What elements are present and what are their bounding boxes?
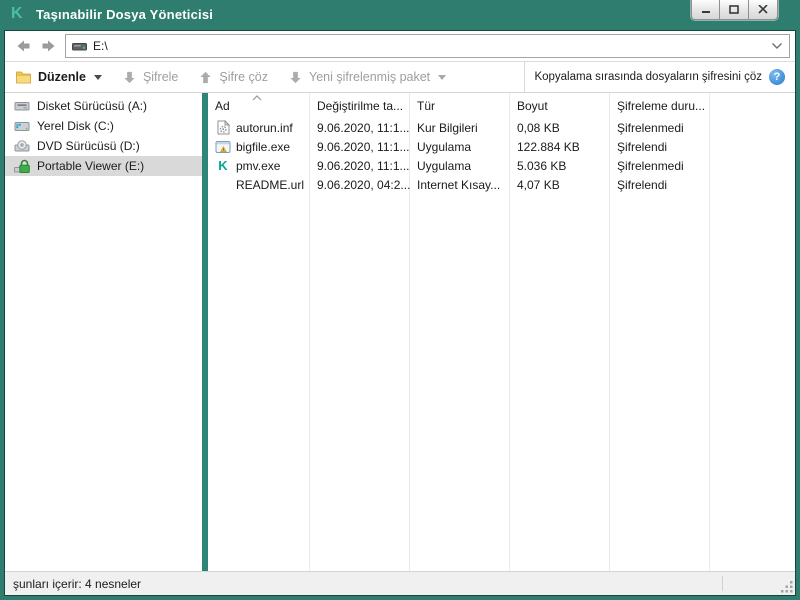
file-modified: 9.06.2020, 11:1... bbox=[317, 139, 410, 154]
kaspersky-app-icon: K bbox=[218, 158, 228, 173]
file-name: bigfile.exe bbox=[236, 139, 291, 154]
new-encrypted-package-button[interactable]: Yeni şifrelenmiş paket bbox=[288, 70, 447, 85]
decrypt-button[interactable]: Şifre çöz bbox=[198, 70, 268, 85]
file-encryption-status: Şifrelenmedi bbox=[617, 158, 684, 173]
file-row-pmv-exe[interactable]: K pmv.exe 9.06.2020, 11:1... Uygulama 5.… bbox=[208, 156, 795, 175]
file-type: Uygulama bbox=[417, 139, 472, 154]
file-encryption-status: Şifrelenmedi bbox=[617, 120, 684, 135]
file-name: README.url bbox=[236, 177, 305, 192]
status-text: şunları içerir: 4 nesneler bbox=[13, 576, 142, 591]
file-type: Kur Bilgileri bbox=[417, 120, 478, 135]
setup-info-icon bbox=[215, 120, 231, 136]
file-size: 5.036 KB bbox=[517, 158, 567, 173]
column-header-name[interactable]: Ad bbox=[208, 93, 310, 118]
titlebar[interactable]: K Taşınabilir Dosya Yöneticisi bbox=[0, 0, 800, 30]
drive-label: Yerel Disk (C:) bbox=[37, 119, 114, 133]
toolbar: Düzenle Şifrele Şifre çöz Yeni şifrelenm… bbox=[5, 61, 795, 93]
minimize-icon bbox=[701, 11, 710, 13]
close-icon bbox=[758, 5, 768, 14]
file-list: Ad Değiştirilme ta... Tür Boyut Şifrelem… bbox=[208, 93, 795, 571]
drive-label: Disket Sürücüsü (A:) bbox=[37, 99, 148, 113]
floppy-drive-icon bbox=[14, 102, 30, 111]
forward-button[interactable] bbox=[36, 34, 61, 58]
column-header-encryption[interactable]: Şifreleme duru... bbox=[610, 93, 710, 118]
window-title: Taşınabilir Dosya Yöneticisi bbox=[36, 7, 214, 22]
main-panes: Disket Sürücüsü (A:) Yerel Disk (C:) DVD… bbox=[5, 93, 795, 571]
file-size: 4,07 KB bbox=[517, 177, 560, 192]
back-arrow-icon bbox=[17, 40, 30, 52]
file-modified: 9.06.2020, 11:1... bbox=[317, 120, 410, 135]
file-name: pmv.exe bbox=[236, 158, 281, 173]
window-controls bbox=[691, 0, 778, 20]
toolbar-right-group: Kopyalama sırasında dosyaların şifresini… bbox=[524, 62, 795, 92]
minimize-button[interactable] bbox=[691, 0, 720, 20]
address-bar[interactable]: E:\ bbox=[65, 34, 790, 58]
dvd-drive-icon bbox=[14, 140, 30, 152]
sidebar-item-drive-c[interactable]: Yerel Disk (C:) bbox=[5, 116, 202, 136]
folder-icon bbox=[16, 71, 31, 84]
list-header: Ad Değiştirilme ta... Tür Boyut Şifrelem… bbox=[208, 93, 795, 118]
file-modified: 9.06.2020, 11:1... bbox=[317, 158, 410, 173]
column-header-type[interactable]: Tür bbox=[410, 93, 510, 118]
close-button[interactable] bbox=[749, 0, 778, 20]
file-type: Internet Kısay... bbox=[417, 177, 501, 192]
encrypt-button[interactable]: Şifrele bbox=[122, 70, 178, 85]
file-size: 0,08 KB bbox=[517, 120, 560, 135]
dropdown-caret-icon bbox=[438, 74, 447, 80]
file-row-readme-url[interactable]: README.url 9.06.2020, 04:2... Internet K… bbox=[208, 175, 795, 194]
kaspersky-logo-icon: K bbox=[11, 5, 23, 22]
new-encrypted-package-label: Yeni şifrelenmiş paket bbox=[309, 70, 431, 84]
hard-disk-icon bbox=[14, 122, 30, 131]
resize-grip[interactable] bbox=[780, 580, 794, 594]
address-text: E:\ bbox=[93, 39, 108, 53]
drive-label: Portable Viewer (E:) bbox=[37, 159, 145, 173]
navigation-bar: E:\ bbox=[5, 31, 795, 61]
column-header-size[interactable]: Boyut bbox=[510, 93, 610, 118]
edit-menu-label: Düzenle bbox=[38, 70, 86, 84]
blank-file-icon bbox=[215, 177, 231, 193]
address-dropdown[interactable] bbox=[771, 42, 783, 50]
file-encryption-status: Şifrelendi bbox=[617, 177, 668, 192]
help-icon[interactable]: ? bbox=[769, 69, 785, 85]
maximize-icon bbox=[729, 5, 739, 14]
encrypt-label: Şifrele bbox=[142, 70, 179, 84]
file-type: Uygulama bbox=[417, 158, 472, 173]
client-area: E:\ Düzenle Şifrele Şifre çöz Yeni şifre… bbox=[4, 30, 796, 596]
file-row-bigfile-exe[interactable]: bigfile.exe 9.06.2020, 11:1... Uygulama … bbox=[208, 137, 795, 156]
arrow-up-icon bbox=[200, 71, 212, 83]
chevron-down-icon bbox=[772, 43, 782, 49]
sidebar-item-drive-e-selected[interactable]: Portable Viewer (E:) bbox=[5, 156, 202, 176]
status-bar: şunları içerir: 4 nesneler bbox=[5, 571, 795, 595]
forward-arrow-icon bbox=[42, 40, 55, 52]
file-name: autorun.inf bbox=[236, 120, 293, 135]
file-encryption-status: Şifrelendi bbox=[617, 139, 668, 154]
copy-decrypt-label: Kopyalama sırasında dosyaların şifresini… bbox=[534, 71, 762, 83]
file-modified: 9.06.2020, 04:2... bbox=[317, 177, 410, 192]
arrow-down-icon bbox=[124, 71, 135, 83]
decrypt-label: Şifre çöz bbox=[219, 70, 269, 84]
application-icon bbox=[215, 139, 231, 155]
maximize-button[interactable] bbox=[720, 0, 749, 20]
drive-label: DVD Sürücüsü (D:) bbox=[37, 139, 140, 153]
edit-menu-button[interactable]: Düzenle bbox=[15, 70, 102, 84]
sidebar-item-drive-d[interactable]: DVD Sürücüsü (D:) bbox=[5, 136, 202, 156]
dropdown-caret-icon bbox=[93, 74, 102, 80]
file-row-autorun-inf[interactable]: autorun.inf 9.06.2020, 11:1... Kur Bilgi… bbox=[208, 118, 795, 137]
statusbar-divider bbox=[722, 576, 723, 591]
encrypted-drive-icon bbox=[14, 159, 30, 173]
drive-list: Disket Sürücüsü (A:) Yerel Disk (C:) DVD… bbox=[5, 93, 202, 571]
back-button[interactable] bbox=[11, 34, 36, 58]
file-size: 122.884 KB bbox=[517, 139, 580, 154]
drive-icon bbox=[72, 43, 87, 51]
column-header-modified[interactable]: Değiştirilme ta... bbox=[310, 93, 410, 118]
file-rows: autorun.inf 9.06.2020, 11:1... Kur Bilgi… bbox=[208, 118, 795, 194]
arrow-down-icon bbox=[290, 71, 301, 83]
sidebar-item-drive-a[interactable]: Disket Sürücüsü (A:) bbox=[5, 96, 202, 116]
